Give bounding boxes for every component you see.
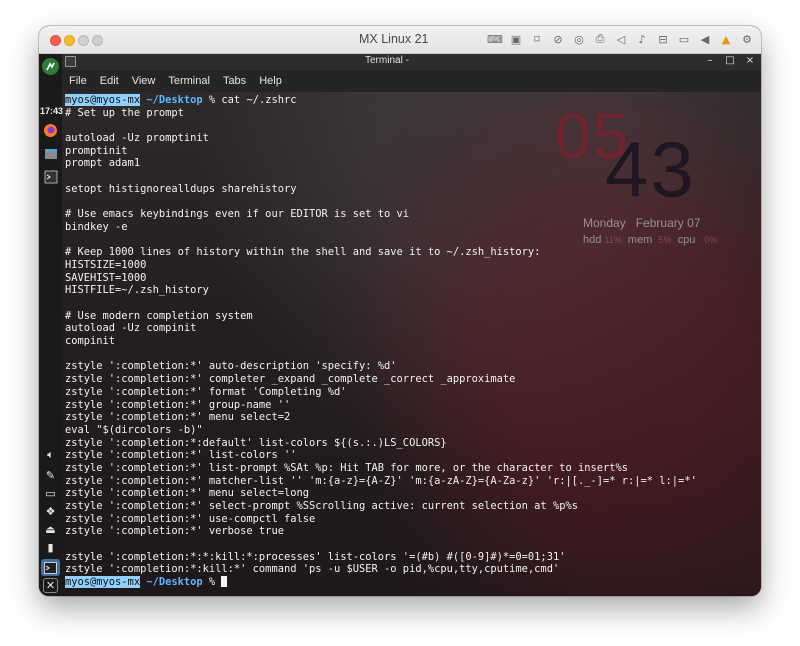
- panel-clock[interactable]: 17:43: [40, 106, 63, 116]
- output-line: autoload -Uz promptinit: [65, 132, 209, 145]
- output-line: zstyle ':completion:*' matcher-list '' '…: [65, 474, 697, 487]
- output-line: zstyle ':completion:*' verbose true: [65, 525, 284, 538]
- prompt-path-final: ~/Desktop: [146, 576, 203, 589]
- output-line: zstyle ':completion:*' menu select=long: [65, 487, 309, 500]
- output-line: compinit: [65, 335, 116, 348]
- vm-window: MX Linux 21 ⌨ ▣ ⌑ ⊘ ◎ ⎙ ◁ ♪ ⊟ ▭ ◀ ▲ ⚙ 05…: [39, 26, 761, 596]
- microphone-icon[interactable]: ♪: [634, 31, 650, 47]
- close-window-button[interactable]: [50, 35, 61, 46]
- menu-edit[interactable]: Edit: [100, 75, 119, 87]
- prompt-path: ~/Desktop: [146, 94, 203, 106]
- output-line: zstyle ':completion:*' list-prompt %SAt …: [65, 461, 629, 474]
- menu-help[interactable]: Help: [259, 75, 282, 87]
- chip-icon[interactable]: ▣: [508, 31, 524, 47]
- prompt-user-final: myos@myos-mx: [65, 576, 141, 589]
- terminal-output[interactable]: myos@myos-mx ~/Desktop % cat ~/.zshrc # …: [62, 92, 761, 596]
- output-line: zstyle ':completion:*' use-compctl false: [65, 512, 316, 525]
- output-line: zstyle ':completion:*' auto-description …: [65, 360, 397, 373]
- mx-logo-icon[interactable]: [42, 58, 59, 75]
- terminal-titlebar[interactable]: Terminal - – □ ×: [62, 54, 761, 70]
- output-line: eval "$(dircolors -b)": [65, 423, 203, 436]
- video-icon[interactable]: ▭: [676, 31, 692, 47]
- menu-terminal[interactable]: Terminal: [168, 75, 210, 87]
- output-line: zstyle ':completion:*' format 'Completin…: [65, 385, 347, 398]
- terminal-menubar: File Edit View Terminal Tabs Help: [62, 70, 761, 92]
- vm-toolbar: ⌨ ▣ ⌑ ⊘ ◎ ⎙ ◁ ♪ ⊟ ▭ ◀ ▲ ⚙: [487, 31, 755, 47]
- clipboard-icon[interactable]: ✎: [42, 467, 59, 484]
- output-line: prompt adam1: [65, 157, 141, 170]
- output-line: zstyle ':completion:*' select-prompt %SS…: [65, 500, 578, 512]
- maximize-button[interactable]: □: [725, 55, 735, 66]
- command-text: % cat ~/.zshrc: [202, 94, 297, 106]
- output-line: SAVEHIST=1000: [65, 271, 147, 284]
- terminal-window: Terminal - – □ × File Edit View Terminal…: [62, 54, 761, 596]
- menu-view[interactable]: View: [132, 75, 156, 87]
- output-line: # Use modern completion system: [65, 309, 253, 322]
- battery-icon[interactable]: ▮: [42, 539, 59, 556]
- play-icon[interactable]: ◀: [697, 31, 713, 47]
- usb-icon[interactable]: ⌑: [529, 31, 545, 47]
- minimize-window-button[interactable]: [64, 35, 75, 46]
- output-line: HISTSIZE=1000: [65, 258, 147, 271]
- terminal-icon[interactable]: [42, 168, 59, 185]
- output-line: promptinit: [65, 144, 128, 157]
- final-prompt-line[interactable]: myos@myos-mx ~/Desktop %: [65, 576, 761, 589]
- zoom-window-button[interactable]: [78, 35, 89, 46]
- volume-icon[interactable]: 🔈︎: [42, 446, 59, 463]
- eject-icon[interactable]: ⏏: [42, 521, 59, 538]
- gear-icon[interactable]: ⚙: [739, 31, 755, 47]
- minimize-button[interactable]: –: [705, 55, 715, 66]
- output-line: zstyle ':completion:*:kill:*' command 'p…: [65, 563, 560, 576]
- output-line: bindkey -e: [65, 220, 128, 233]
- menu-tabs[interactable]: Tabs: [223, 75, 246, 87]
- vm-titlebar[interactable]: MX Linux 21 ⌨ ▣ ⌑ ⊘ ◎ ⎙ ◁ ♪ ⊟ ▭ ◀ ▲ ⚙: [39, 26, 761, 54]
- speaker-icon[interactable]: ◁: [613, 31, 629, 47]
- output-line: zstyle ':completion:*' completer _expand…: [65, 373, 516, 386]
- keyboard-icon[interactable]: ⌨: [487, 31, 503, 47]
- output-line: zstyle ':completion:*:default' list-colo…: [65, 436, 447, 449]
- menu-file[interactable]: File: [69, 75, 87, 87]
- warning-icon[interactable]: ▲: [718, 31, 734, 47]
- terminal-app-icon: [65, 56, 76, 67]
- mx-menu-icon[interactable]: ✕: [43, 578, 58, 593]
- command-line: myos@myos-mx ~/Desktop % cat ~/.zshrc: [65, 94, 761, 107]
- network-icon[interactable]: ◎: [571, 31, 587, 47]
- vm-title: MX Linux 21: [359, 32, 429, 46]
- close-button[interactable]: ×: [745, 55, 755, 66]
- output-line: zstyle ':completion:*' group-name '': [65, 398, 291, 411]
- desktop: 05 43 Monday February 07 hdd 11% mem 5% …: [39, 54, 761, 596]
- text-cursor: [221, 576, 228, 588]
- prompt-user: myos@myos-mx: [65, 94, 141, 106]
- output-line: autoload -Uz compinit: [65, 322, 197, 335]
- terminal-controls: – □ ×: [705, 55, 755, 66]
- firefox-icon[interactable]: [42, 122, 59, 139]
- output-line: # Set up the prompt: [65, 106, 184, 119]
- terminal-title: Terminal -: [365, 55, 409, 66]
- output-line: zstyle ':completion:*' list-colors '': [65, 449, 297, 462]
- prompt-suffix: %: [202, 576, 222, 589]
- extra-window-button[interactable]: [92, 35, 103, 46]
- screen-icon[interactable]: ▭: [42, 485, 59, 502]
- disk-icon[interactable]: ⊟: [655, 31, 671, 47]
- printer-icon[interactable]: ⎙: [592, 31, 608, 47]
- dropbox-icon[interactable]: ❖: [42, 503, 59, 520]
- output-line: # Use emacs keybindings even if our EDIT…: [65, 208, 410, 221]
- output-line: zstyle ':completion:*:*:kill:*:processes…: [65, 550, 566, 563]
- output-line: zstyle ':completion:*' menu select=2: [65, 411, 291, 424]
- files-icon[interactable]: [42, 145, 59, 162]
- active-terminal-icon[interactable]: [41, 559, 60, 576]
- output-line: setopt histignorealldups sharehistory: [65, 182, 297, 195]
- side-panel: 17:43 🔈︎ ✎ ▭ ❖ ⏏ ▮ ✕: [39, 54, 63, 596]
- output-line: HISTFILE=~/.zsh_history: [65, 284, 209, 297]
- camera-off-icon[interactable]: ⊘: [550, 31, 566, 47]
- output-line: # Keep 1000 lines of history within the …: [65, 246, 541, 259]
